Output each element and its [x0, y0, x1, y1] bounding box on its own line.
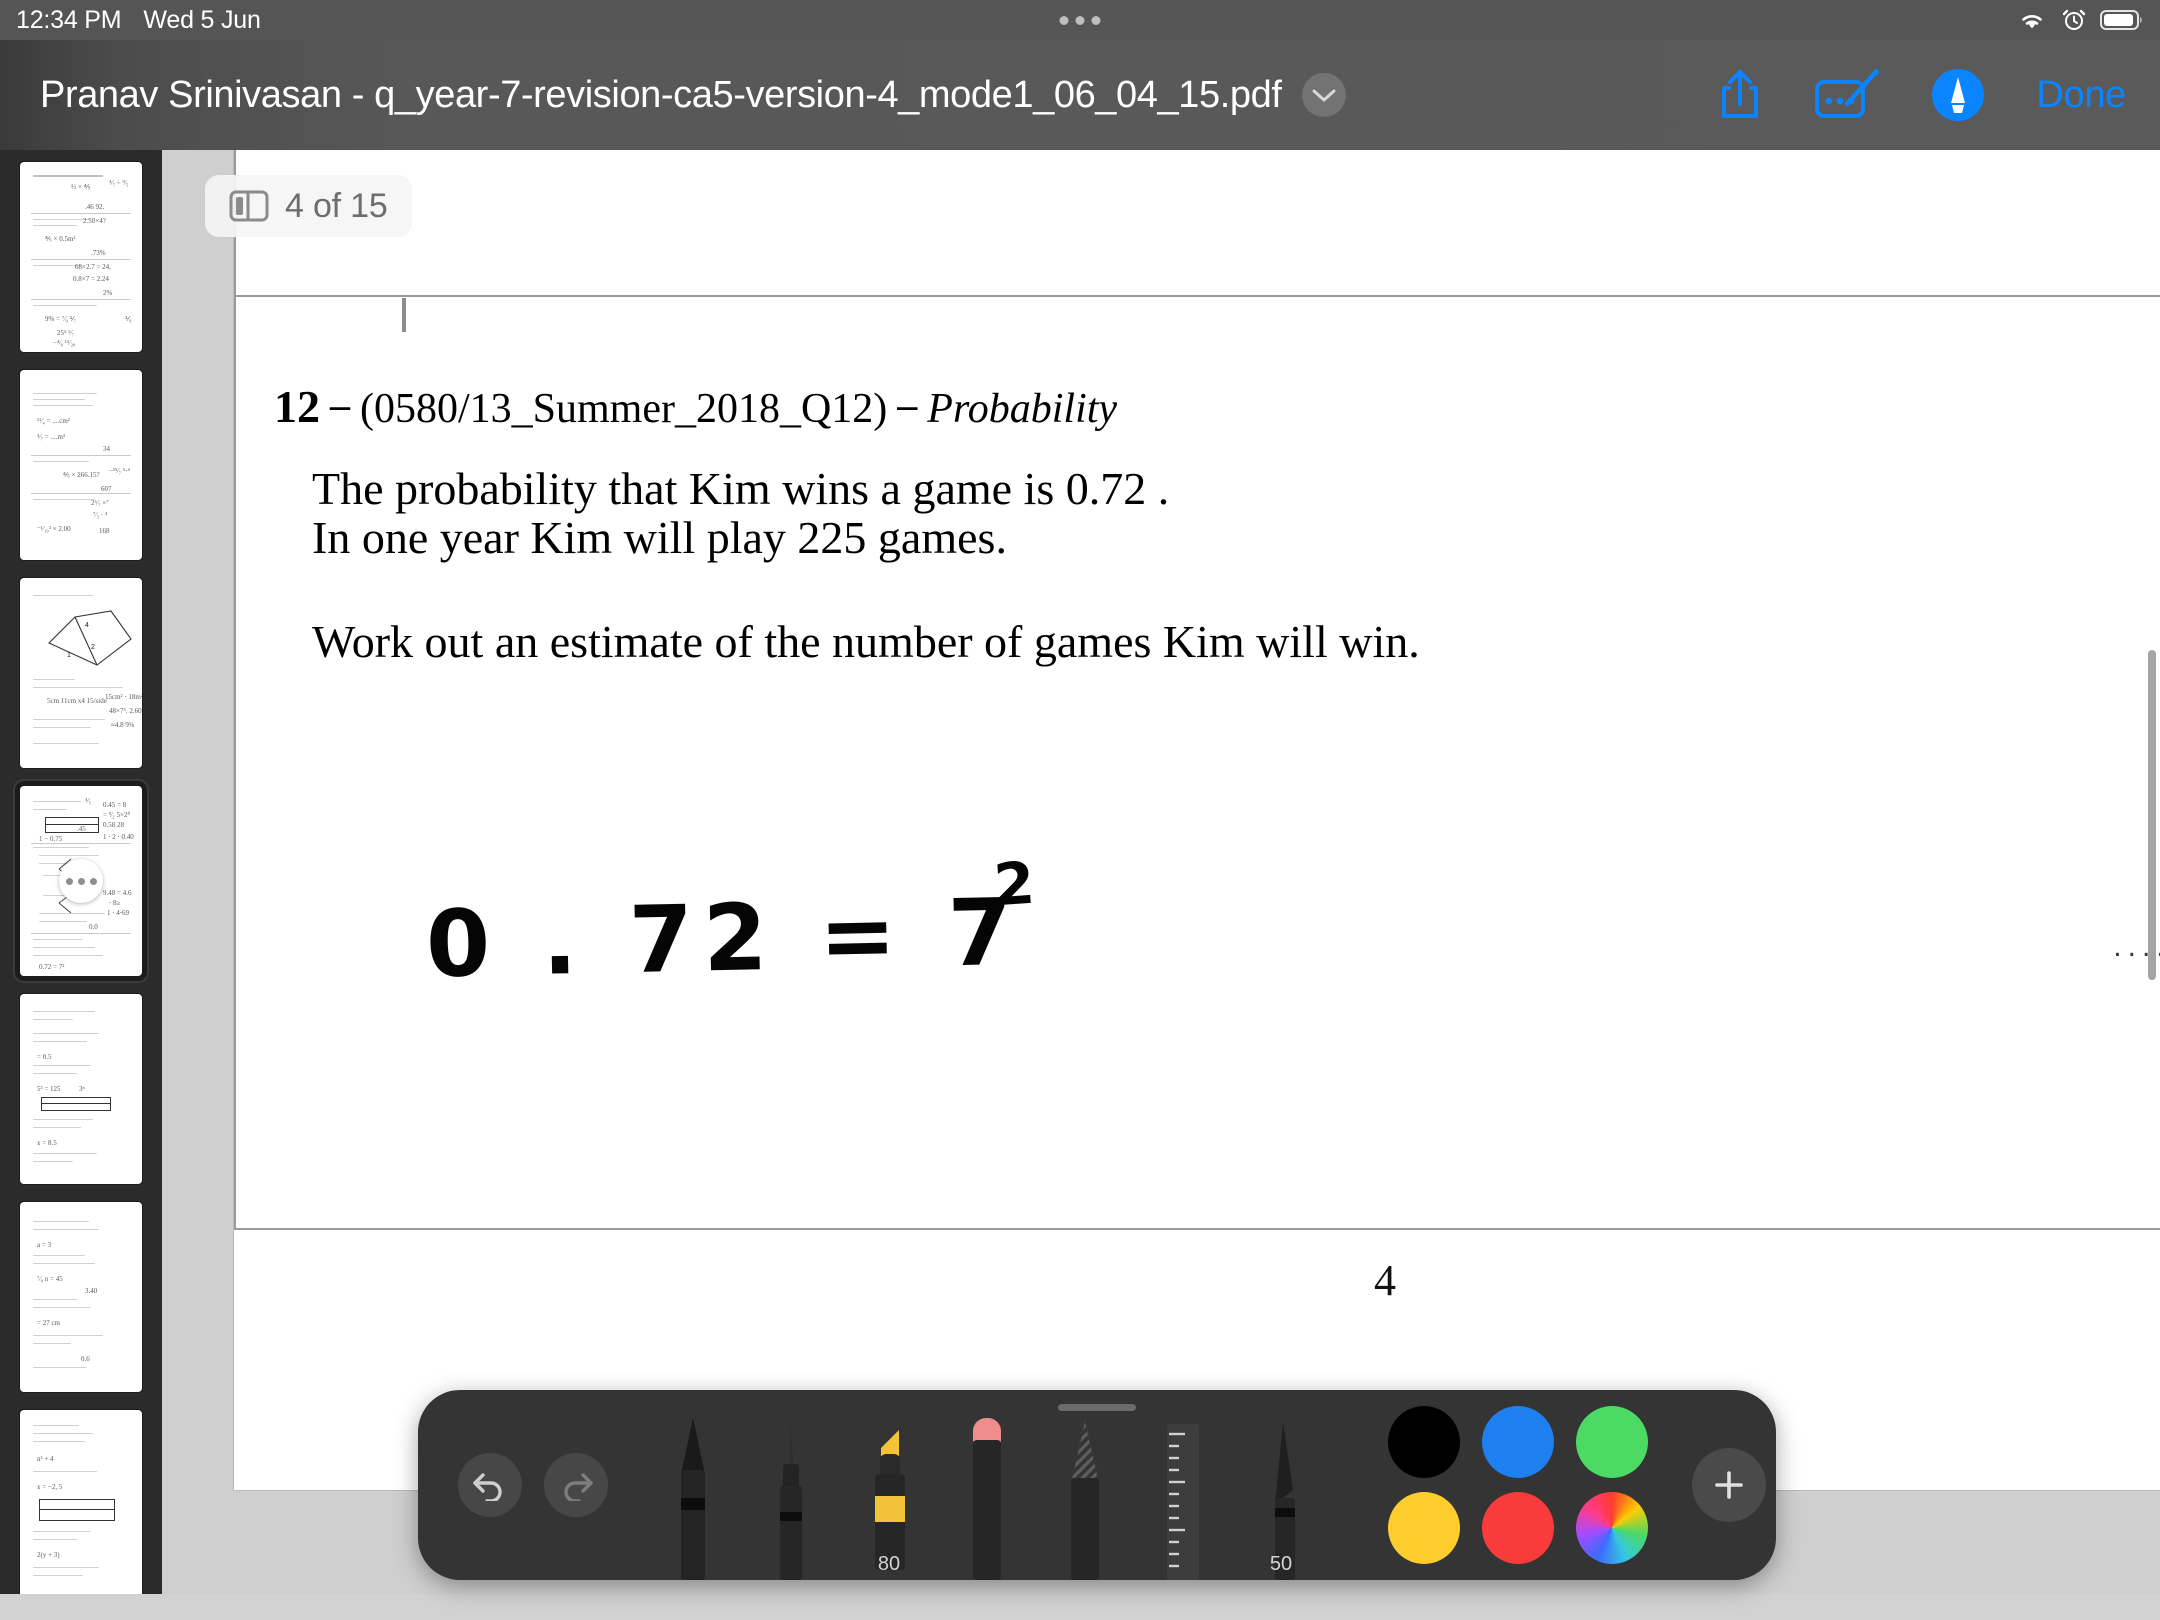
wifi-icon [2022, 15, 2042, 29]
pdf-page: 2 ............... 12–(0580/13_Summer_201… [234, 150, 2160, 1490]
undo-redo-group [418, 1390, 608, 1580]
vertical-scrollbar[interactable] [2148, 650, 2156, 980]
alarm-icon [2062, 9, 2086, 30]
done-button[interactable]: Done [2036, 74, 2126, 117]
highlighter-tool[interactable]: 80 [860, 1410, 918, 1580]
handwriting-answer-exponent: 2 [991, 848, 1037, 920]
markup-icon[interactable] [1814, 68, 1880, 122]
question-instruction: Work out an estimate of the number of ga… [312, 616, 1420, 667]
multitasking-handle[interactable] [1059, 15, 1101, 25]
status-bar-left: 12:34 PM Wed 5 Jun [0, 6, 261, 35]
markup-toolbar[interactable]: 80 50 [418, 1390, 1776, 1580]
add-color-button[interactable] [1692, 1448, 1766, 1522]
battery-icon [2100, 10, 2142, 30]
page-indicator-badge[interactable]: 4 of 15 [205, 175, 412, 237]
redo-icon[interactable] [544, 1453, 608, 1517]
pen-tool[interactable] [762, 1410, 820, 1580]
thumbnail-page-6[interactable]: a = 3 ⁷⁄₈ n = 45 3.40 = 27 cm 0.6 [20, 1202, 142, 1392]
svg-text:4: 4 [85, 622, 89, 629]
page-indicator-label: 4 of 15 [285, 186, 388, 225]
color-black[interactable] [1388, 1406, 1460, 1478]
bottom-strip [0, 1594, 2160, 1620]
thumbnail-page-1[interactable]: ⅔ × ⅘ ⁴⁄₇ ÷ ⁹⁄₅ .46 92. 2.50×4? ⅗ × 0.5m… [20, 162, 142, 352]
page-rule-bottom [234, 1228, 2160, 1230]
charcoal-tool[interactable] [1056, 1410, 1114, 1580]
highlighter-badge: 80 [877, 1553, 901, 1575]
thumbnail-page-4[interactable]: ⁴⁄₅ 0.45 = 8 = ⁹⁄₂ 5×2⁰ 0.58 28 .45 1 − … [20, 786, 142, 976]
status-bar: 12:34 PM Wed 5 Jun [0, 0, 2160, 40]
thumbnail-page-7[interactable]: n² + 4 x = −2, 5 2(y + 3) [20, 1410, 142, 1600]
annotate-icon[interactable] [1930, 67, 1986, 123]
thumbnail-page-3[interactable]: 4 2 1 5cm 11cm x4 15/side 15cm² ⋅ 18m² 4… [20, 578, 142, 768]
header-dash-1: – [330, 382, 350, 427]
status-bar-right [2016, 7, 2144, 33]
crayon-tool[interactable] [958, 1410, 1016, 1580]
color-yellow[interactable] [1388, 1492, 1460, 1564]
color-green[interactable] [1576, 1406, 1648, 1478]
undo-icon[interactable] [458, 1453, 522, 1517]
page-rule-left [234, 150, 236, 1230]
titlebar-actions: Done [1716, 66, 2126, 124]
tool-list: 80 50 [608, 1390, 1310, 1580]
badge-stem [402, 298, 406, 332]
pencil-tool[interactable] [664, 1410, 722, 1580]
color-wheel[interactable] [1576, 1492, 1648, 1564]
ruler-tool[interactable] [1154, 1410, 1212, 1580]
share-icon[interactable] [1716, 66, 1764, 124]
status-time: 12:34 PM [16, 5, 122, 34]
document-title-bar: Pranav Srinivasan - q_year-7-revision-ca… [0, 40, 2160, 150]
question-header: 12– (0580/13_Summer_2018_Q12) – Probability [274, 380, 1117, 433]
thumbnail-more-icon[interactable] [59, 859, 103, 903]
page-title: Pranav Srinivasan - q_year-7-revision-ca… [40, 73, 1282, 116]
question-code: (0580/13_Summer_2018_Q12) [360, 386, 888, 432]
color-blue[interactable] [1482, 1406, 1554, 1478]
svg-text:2: 2 [91, 644, 95, 651]
thumbnails-sidebar-icon [229, 190, 269, 222]
svg-text:1: 1 [67, 652, 71, 659]
question-body: The probability that Kim wins a game is … [312, 463, 1170, 563]
question-body-line-2: In one year Kim will play 225 games. [312, 511, 1007, 563]
color-swatches [1382, 1390, 1648, 1580]
toolbar-right-actions [1648, 1390, 1776, 1580]
chevron-down-icon[interactable] [1301, 73, 1346, 117]
fountain-pen-badge: 50 [1269, 1553, 1293, 1575]
question-number: 12 [274, 381, 320, 432]
thumbnail-page-2[interactable]: ¹¹⁄₄ = ....cm² ⁴⁄₇ = ....m³ 34 ⅘ × 266.1… [20, 370, 142, 560]
thumbnail-page-5[interactable]: = 0.5 5³ = 125 3ⁿ x = 8.5 [20, 994, 142, 1184]
handwriting-answer: 0 . 72 = 7 [424, 878, 1024, 999]
fountain-pen-tool[interactable]: 50 [1252, 1410, 1310, 1580]
thumbnail-sidebar[interactable]: ⅔ × ⅘ ⁴⁄₇ ÷ ⁹⁄₅ .46 92. 2.50×4? ⅗ × 0.5m… [0, 150, 162, 1620]
header-dash-2: – [897, 382, 918, 427]
ipad-pdf-markup-screen: 12:34 PM Wed 5 Jun Pranav Srinivasan - q… [0, 0, 2160, 1620]
question-body-line-1: The probability that Kim wins a game is … [312, 463, 1170, 514]
question-topic: Probability [927, 386, 1118, 432]
status-date: Wed 5 Jun [143, 5, 261, 34]
page-rule-top [234, 295, 2160, 297]
pdf-page-number: 4 [1374, 1256, 1396, 1305]
color-red[interactable] [1482, 1492, 1554, 1564]
